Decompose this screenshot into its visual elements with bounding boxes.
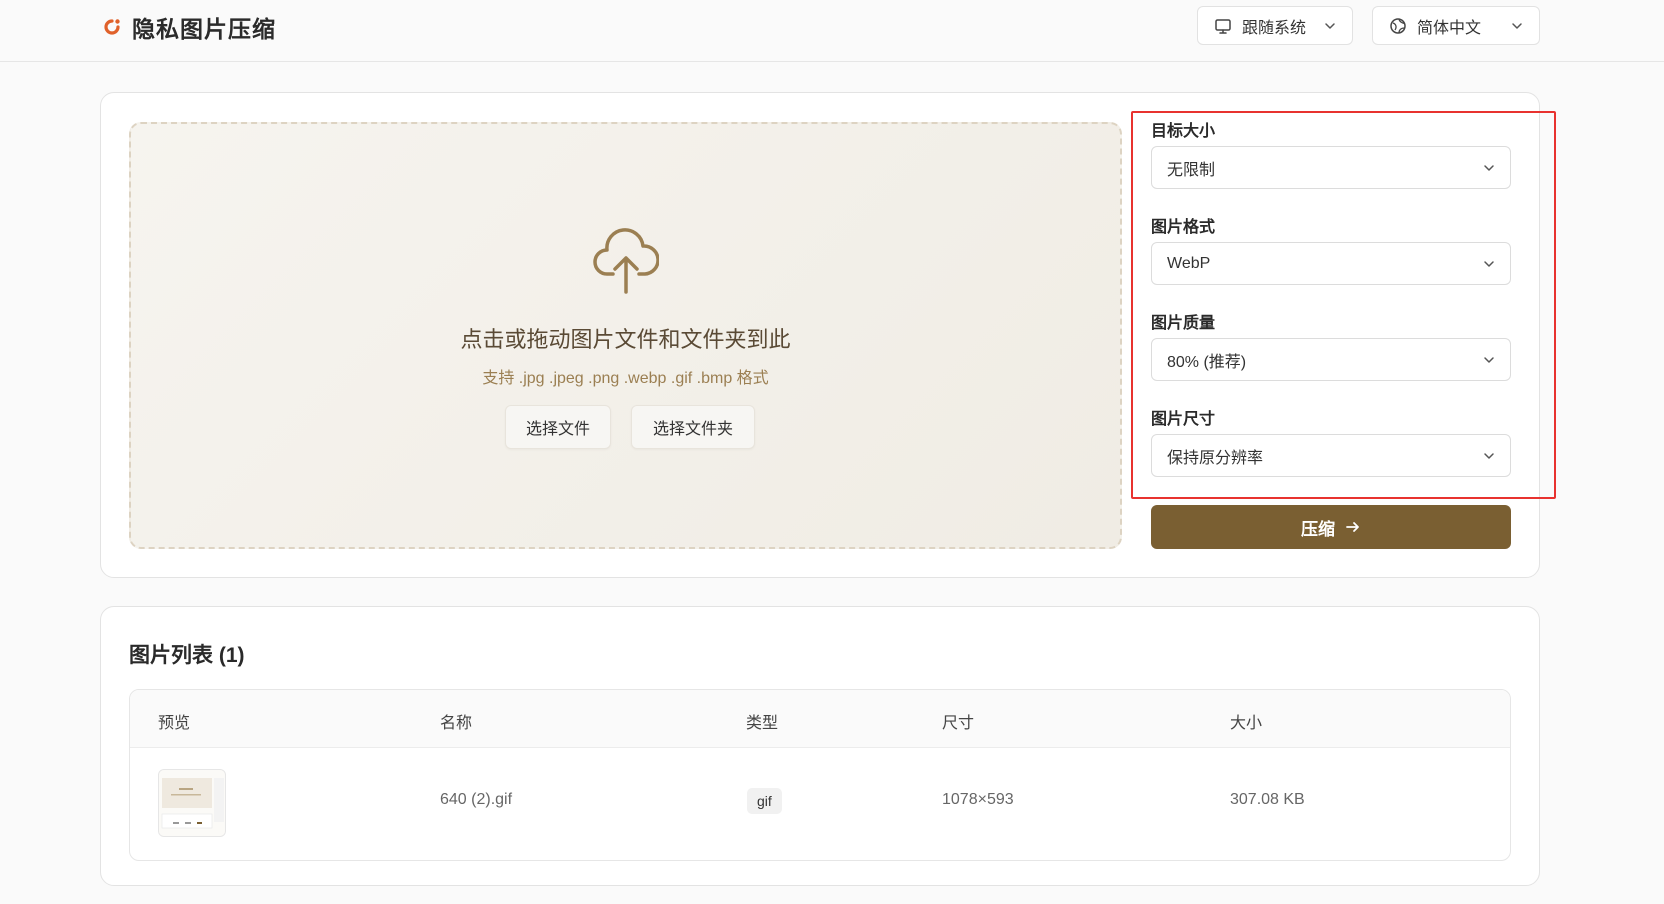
image-size: 307.08 KB bbox=[1230, 791, 1305, 808]
dimension-label: 图片尺寸 bbox=[1151, 411, 1216, 428]
target-size-value: 无限制 bbox=[1167, 161, 1216, 179]
image-list-title: 图片列表 (1) bbox=[129, 644, 245, 667]
logo-icon bbox=[104, 19, 120, 35]
image-table: 预览 名称 类型 尺寸 大小 640 (2).gif gif 1078×593 … bbox=[129, 689, 1511, 861]
brand[interactable]: 隐私图片压缩 bbox=[102, 12, 276, 42]
chevron-down-icon bbox=[1484, 452, 1494, 459]
dimension-select[interactable]: 保持原分辨率 bbox=[1151, 434, 1511, 477]
compress-button-label: 压缩 bbox=[1301, 519, 1335, 539]
column-type: 类型 bbox=[746, 715, 779, 732]
cloud-upload-icon bbox=[593, 228, 659, 294]
language-select-value: 简体中文 bbox=[1417, 19, 1482, 37]
quality-label: 图片质量 bbox=[1151, 315, 1216, 332]
upload-dropzone[interactable]: 点击或拖动图片文件和文件夹到此 支持 .jpg .jpeg .png .webp… bbox=[129, 122, 1122, 549]
app-title: 隐私图片压缩 bbox=[132, 16, 276, 42]
format-value: WebP bbox=[1167, 254, 1211, 272]
column-size: 大小 bbox=[1230, 715, 1263, 732]
top-bar: 隐私图片压缩 跟随系统 简体中文 bbox=[0, 0, 1664, 62]
table-header: 预览 名称 类型 尺寸 大小 bbox=[130, 690, 1510, 748]
column-name: 名称 bbox=[440, 715, 473, 732]
chevron-down-icon bbox=[1484, 260, 1494, 267]
quality-select[interactable]: 80% (推荐) bbox=[1151, 338, 1511, 381]
select-folder-button[interactable]: 选择文件夹 bbox=[631, 405, 755, 449]
language-select[interactable]: 简体中文 bbox=[1372, 6, 1540, 45]
chevron-down-icon bbox=[1484, 356, 1494, 363]
format-label: 图片格式 bbox=[1151, 219, 1216, 236]
column-preview: 预览 bbox=[158, 715, 191, 732]
settings-panel: 目标大小 无限制 图片格式 WebP 图片质量 80% (推荐) 图片尺寸 保持… bbox=[1151, 93, 1521, 579]
quality-value: 80% (推荐) bbox=[1167, 353, 1247, 371]
monitor-icon bbox=[1215, 18, 1231, 34]
image-type-badge: gif bbox=[747, 788, 782, 814]
theme-select[interactable]: 跟随系统 bbox=[1197, 6, 1353, 45]
image-name: 640 (2).gif bbox=[440, 791, 513, 808]
thumbnail-image bbox=[159, 770, 225, 836]
target-size-label: 目标大小 bbox=[1151, 123, 1216, 140]
compress-panel: 点击或拖动图片文件和文件夹到此 支持 .jpg .jpeg .png .webp… bbox=[100, 92, 1540, 578]
format-select[interactable]: WebP bbox=[1151, 242, 1511, 285]
globe-icon bbox=[1390, 17, 1406, 34]
dropzone-title: 点击或拖动图片文件和文件夹到此 bbox=[460, 327, 791, 352]
column-dimensions: 尺寸 bbox=[942, 715, 975, 732]
chevron-down-icon bbox=[1484, 164, 1494, 171]
image-list-panel: 图片列表 (1) 预览 名称 类型 尺寸 大小 640 (2).gif gif … bbox=[100, 606, 1540, 886]
chevron-down-icon bbox=[1325, 22, 1335, 29]
image-preview-thumbnail[interactable] bbox=[158, 769, 226, 837]
chevron-down-icon bbox=[1512, 22, 1522, 29]
compress-button[interactable]: 压缩 bbox=[1151, 505, 1511, 549]
target-size-select[interactable]: 无限制 bbox=[1151, 146, 1511, 189]
dimension-value: 保持原分辨率 bbox=[1167, 449, 1264, 467]
dropzone-formats: 支持 .jpg .jpeg .png .webp .gif .bmp 格式 bbox=[482, 370, 769, 387]
select-file-button[interactable]: 选择文件 bbox=[505, 405, 611, 449]
arrow-right-icon bbox=[1346, 522, 1359, 532]
theme-select-value: 跟随系统 bbox=[1242, 19, 1307, 37]
image-dimensions: 1078×593 bbox=[942, 791, 1014, 808]
